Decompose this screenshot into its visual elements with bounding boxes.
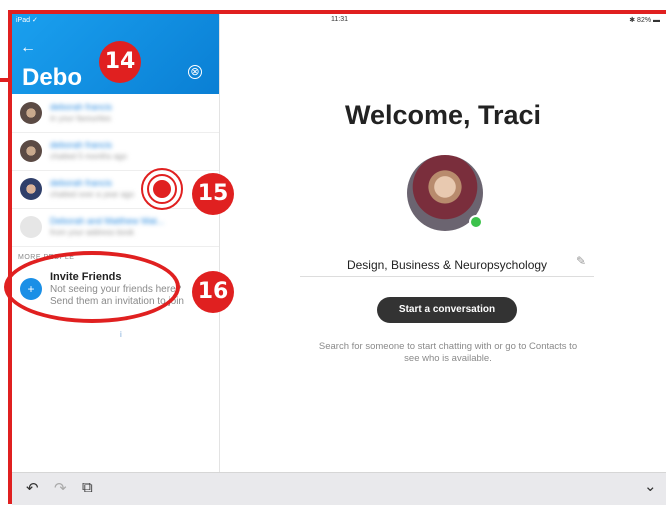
- undo-icon[interactable]: ↶: [26, 479, 39, 497]
- welcome-heading: Welcome, Traci: [344, 100, 542, 130]
- highlight-ellipse: [4, 251, 180, 323]
- welcome-pane: 11:31 ✱ 82% ▬ Welcome, Traci Design, Bus…: [220, 14, 666, 472]
- search-result[interactable]: deborah francis chatted over a year ago: [12, 170, 219, 209]
- tap-indicator-dot: [153, 180, 171, 198]
- search-query[interactable]: Debo: [22, 64, 82, 92]
- avatar: [20, 140, 42, 162]
- presence-dot: [469, 215, 483, 229]
- search-result[interactable]: deborah francis in your favourites: [12, 94, 219, 133]
- annotation-stub: [0, 78, 12, 82]
- result-subtitle: chatted over a year ago: [50, 190, 135, 199]
- avatar: [20, 178, 42, 200]
- callout-badge: 16: [192, 271, 234, 313]
- screenshot-frame: iPad ✓ ← Debo ⊗ deborah francis in your …: [0, 0, 666, 505]
- callout-badge: 15: [192, 173, 234, 215]
- redo-icon[interactable]: ↷: [54, 479, 67, 497]
- result-name: Deborah and Matthew Wat...: [50, 216, 165, 226]
- search-result[interactable]: deborah francis chatted 5 months ago: [12, 132, 219, 171]
- result-name: deborah francis: [50, 102, 113, 112]
- mood-message[interactable]: Design, Business & Neuropsychology: [300, 254, 594, 277]
- keyboard-toolbar: ↶ ↷ ⧉ ⌄: [12, 472, 666, 505]
- avatar: [20, 102, 42, 124]
- status-battery: ✱ 82% ▬: [629, 17, 660, 24]
- status-time: 11:31: [331, 16, 348, 23]
- clear-search-icon[interactable]: ⊗: [188, 65, 202, 79]
- result-name: deborah francis: [50, 178, 113, 188]
- result-subtitle: from your address book: [50, 228, 135, 237]
- search-result[interactable]: Deborah and Matthew Wat... from your add…: [12, 208, 219, 247]
- pencil-icon[interactable]: ✎: [576, 254, 586, 268]
- paste-icon[interactable]: ⧉: [82, 479, 93, 496]
- start-conversation-button[interactable]: Start a conversation: [377, 297, 517, 323]
- back-arrow-icon[interactable]: ←: [20, 40, 36, 56]
- result-subtitle: chatted 5 months ago: [50, 152, 127, 161]
- hint-text: Search for someone to start chatting wit…: [318, 341, 578, 364]
- callout-badge: 14: [99, 41, 141, 83]
- avatar: [20, 216, 42, 238]
- result-subtitle: in your favourites: [50, 114, 111, 123]
- result-name: deborah francis: [50, 140, 113, 150]
- status-device: iPad ✓: [16, 17, 38, 24]
- page-marker: i: [120, 330, 122, 339]
- chevron-down-icon[interactable]: ⌄: [644, 477, 657, 495]
